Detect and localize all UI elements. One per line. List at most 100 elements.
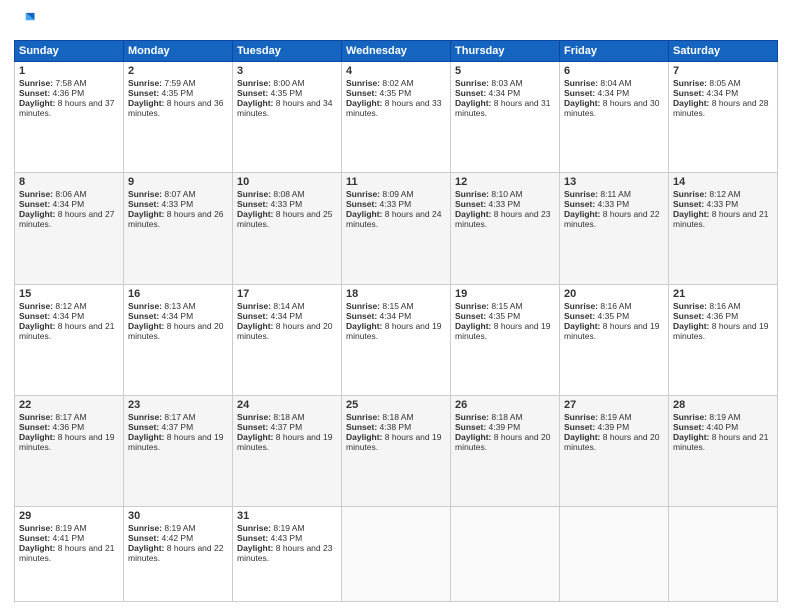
sunset-label: Sunset: bbox=[455, 88, 489, 98]
page: SundayMondayTuesdayWednesdayThursdayFrid… bbox=[0, 0, 792, 612]
daylight-label: Daylight: bbox=[455, 209, 494, 219]
calendar-cell: 13 Sunrise: 8:11 AM Sunset: 4:33 PM Dayl… bbox=[560, 173, 669, 284]
day-number: 28 bbox=[673, 399, 773, 411]
sunset-label: Sunset: bbox=[19, 311, 53, 321]
day-number: 17 bbox=[237, 288, 337, 300]
sunrise-label: Sunrise: bbox=[237, 189, 273, 199]
sunrise-label: Sunrise: bbox=[346, 189, 382, 199]
sunset-time: 4:36 PM bbox=[707, 311, 739, 321]
day-number: 22 bbox=[19, 399, 119, 411]
calendar-cell: 10 Sunrise: 8:08 AM Sunset: 4:33 PM Dayl… bbox=[233, 173, 342, 284]
calendar-cell: 14 Sunrise: 8:12 AM Sunset: 4:33 PM Dayl… bbox=[669, 173, 778, 284]
sunset-time: 4:33 PM bbox=[707, 199, 739, 209]
calendar-cell: 25 Sunrise: 8:18 AM Sunset: 4:38 PM Dayl… bbox=[342, 395, 451, 506]
day-number: 30 bbox=[128, 510, 228, 522]
sunrise-label: Sunrise: bbox=[564, 301, 600, 311]
calendar-cell bbox=[560, 507, 669, 602]
day-number: 15 bbox=[19, 288, 119, 300]
sunset-label: Sunset: bbox=[673, 311, 707, 321]
sunrise-label: Sunrise: bbox=[346, 78, 382, 88]
sunset-label: Sunset: bbox=[19, 199, 53, 209]
sunset-time: 4:35 PM bbox=[380, 88, 412, 98]
daylight-label: Daylight: bbox=[19, 543, 58, 553]
day-number: 10 bbox=[237, 176, 337, 188]
sunset-label: Sunset: bbox=[128, 311, 162, 321]
day-number: 20 bbox=[564, 288, 664, 300]
sunset-time: 4:33 PM bbox=[271, 199, 303, 209]
sunset-time: 4:35 PM bbox=[162, 88, 194, 98]
header-cell-thursday: Thursday bbox=[451, 41, 560, 62]
calendar-cell: 22 Sunrise: 8:17 AM Sunset: 4:36 PM Dayl… bbox=[15, 395, 124, 506]
sunrise-time: 8:16 AM bbox=[709, 301, 740, 311]
day-number: 8 bbox=[19, 176, 119, 188]
sunrise-time: 8:12 AM bbox=[55, 301, 86, 311]
calendar-cell: 28 Sunrise: 8:19 AM Sunset: 4:40 PM Dayl… bbox=[669, 395, 778, 506]
sunset-label: Sunset: bbox=[128, 422, 162, 432]
sunset-time: 4:38 PM bbox=[380, 422, 412, 432]
daylight-label: Daylight: bbox=[564, 98, 603, 108]
daylight-label: Daylight: bbox=[455, 98, 494, 108]
sunset-label: Sunset: bbox=[455, 422, 489, 432]
sunset-time: 4:42 PM bbox=[162, 533, 194, 543]
sunset-label: Sunset: bbox=[19, 533, 53, 543]
sunset-time: 4:33 PM bbox=[380, 199, 412, 209]
sunset-label: Sunset: bbox=[673, 199, 707, 209]
calendar-cell: 2 Sunrise: 7:59 AM Sunset: 4:35 PM Dayli… bbox=[124, 62, 233, 173]
sunset-label: Sunset: bbox=[128, 533, 162, 543]
day-number: 31 bbox=[237, 510, 337, 522]
calendar-cell: 24 Sunrise: 8:18 AM Sunset: 4:37 PM Dayl… bbox=[233, 395, 342, 506]
sunrise-label: Sunrise: bbox=[346, 412, 382, 422]
sunset-label: Sunset: bbox=[346, 199, 380, 209]
sunrise-time: 8:09 AM bbox=[382, 189, 413, 199]
daylight-label: Daylight: bbox=[237, 321, 276, 331]
day-number: 26 bbox=[455, 399, 555, 411]
sunrise-label: Sunrise: bbox=[128, 301, 164, 311]
day-number: 4 bbox=[346, 65, 446, 77]
sunrise-time: 8:08 AM bbox=[273, 189, 304, 199]
calendar-cell: 29 Sunrise: 8:19 AM Sunset: 4:41 PM Dayl… bbox=[15, 507, 124, 602]
sunset-label: Sunset: bbox=[346, 422, 380, 432]
header-cell-tuesday: Tuesday bbox=[233, 41, 342, 62]
sunrise-time: 8:03 AM bbox=[491, 78, 522, 88]
day-number: 14 bbox=[673, 176, 773, 188]
calendar-cell: 26 Sunrise: 8:18 AM Sunset: 4:39 PM Dayl… bbox=[451, 395, 560, 506]
sunset-time: 4:39 PM bbox=[489, 422, 521, 432]
daylight-label: Daylight: bbox=[564, 209, 603, 219]
sunset-label: Sunset: bbox=[564, 88, 598, 98]
sunset-time: 4:35 PM bbox=[598, 311, 630, 321]
day-number: 19 bbox=[455, 288, 555, 300]
sunset-label: Sunset: bbox=[19, 88, 53, 98]
sunset-time: 4:34 PM bbox=[53, 199, 85, 209]
logo-icon bbox=[14, 10, 36, 32]
sunrise-time: 8:18 AM bbox=[491, 412, 522, 422]
sunset-time: 4:37 PM bbox=[271, 422, 303, 432]
sunrise-time: 8:15 AM bbox=[382, 301, 413, 311]
sunset-label: Sunset: bbox=[564, 422, 598, 432]
daylight-label: Daylight: bbox=[237, 209, 276, 219]
sunrise-label: Sunrise: bbox=[564, 78, 600, 88]
sunset-label: Sunset: bbox=[455, 311, 489, 321]
week-row-4: 22 Sunrise: 8:17 AM Sunset: 4:36 PM Dayl… bbox=[15, 395, 778, 506]
week-row-3: 15 Sunrise: 8:12 AM Sunset: 4:34 PM Dayl… bbox=[15, 284, 778, 395]
logo bbox=[14, 10, 40, 32]
calendar-cell: 5 Sunrise: 8:03 AM Sunset: 4:34 PM Dayli… bbox=[451, 62, 560, 173]
day-number: 21 bbox=[673, 288, 773, 300]
sunset-time: 4:34 PM bbox=[271, 311, 303, 321]
calendar-cell bbox=[451, 507, 560, 602]
calendar-cell: 17 Sunrise: 8:14 AM Sunset: 4:34 PM Dayl… bbox=[233, 284, 342, 395]
sunset-time: 4:33 PM bbox=[162, 199, 194, 209]
sunset-time: 4:40 PM bbox=[707, 422, 739, 432]
sunrise-label: Sunrise: bbox=[673, 412, 709, 422]
sunset-label: Sunset: bbox=[673, 88, 707, 98]
header-cell-friday: Friday bbox=[560, 41, 669, 62]
sunrise-time: 7:59 AM bbox=[164, 78, 195, 88]
sunrise-time: 8:12 AM bbox=[709, 189, 740, 199]
daylight-label: Daylight: bbox=[128, 543, 167, 553]
day-number: 3 bbox=[237, 65, 337, 77]
calendar-cell: 31 Sunrise: 8:19 AM Sunset: 4:43 PM Dayl… bbox=[233, 507, 342, 602]
day-number: 27 bbox=[564, 399, 664, 411]
sunrise-label: Sunrise: bbox=[237, 523, 273, 533]
sunset-label: Sunset: bbox=[237, 422, 271, 432]
daylight-label: Daylight: bbox=[19, 98, 58, 108]
calendar-cell: 30 Sunrise: 8:19 AM Sunset: 4:42 PM Dayl… bbox=[124, 507, 233, 602]
